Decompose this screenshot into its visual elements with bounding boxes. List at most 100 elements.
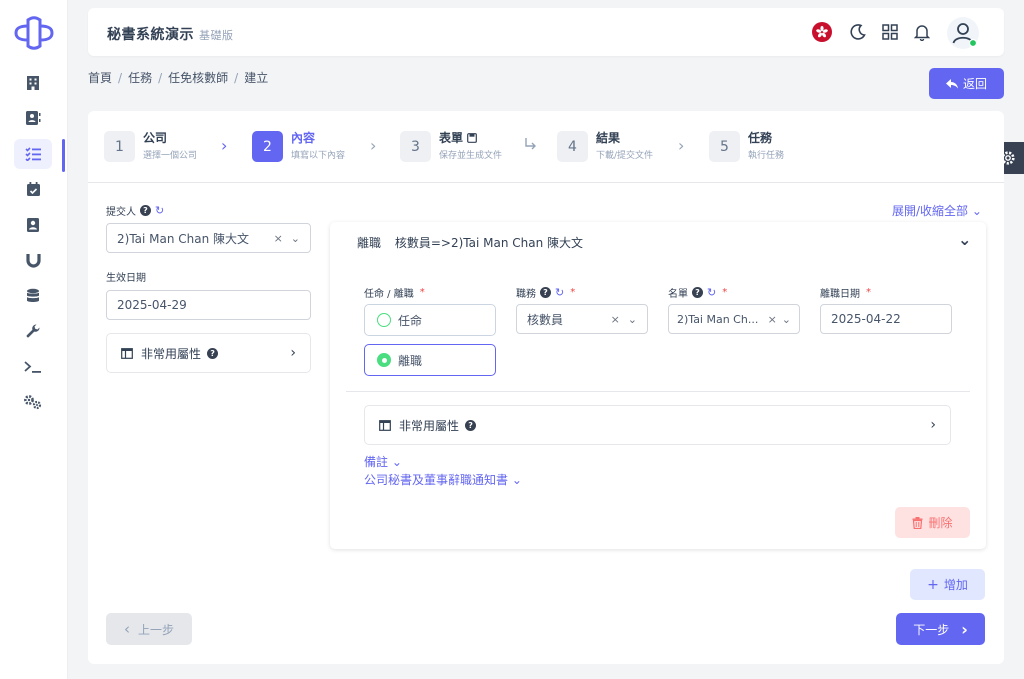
sidebar-item-magnet[interactable] (14, 245, 52, 275)
app-edition: 基礎版 (199, 29, 234, 42)
step-4[interactable]: 4 結果 下載/提交文件 (557, 131, 653, 162)
chevron-right-icon: › (290, 345, 296, 361)
resign-date-value: 2025-04-22 (831, 312, 901, 326)
required-mark: * (866, 287, 871, 298)
turn-arrow-icon (523, 137, 537, 154)
entry-uncommon-props-panel[interactable]: 非常用屬性 ? › (364, 405, 951, 445)
entry-uncommon-props-label: 非常用屬性 (399, 418, 460, 433)
breadcrumb-home[interactable]: 首頁 (88, 71, 112, 85)
radio-resign[interactable]: 離職 (364, 344, 496, 376)
add-button-label: 增加 (943, 578, 968, 592)
help-icon[interactable]: ? (140, 205, 151, 216)
hk-flag-icon[interactable] (810, 20, 834, 44)
sidebar-item-directory[interactable] (14, 210, 52, 240)
wrench-icon (26, 324, 40, 338)
save-icon (467, 133, 477, 143)
add-button[interactable]: + 增加 (910, 569, 985, 600)
position-label: 職務 ? ↻ * (516, 285, 575, 300)
resignation-notice-label: 公司秘書及董事辭職通知書 (364, 473, 509, 487)
sidebar-item-settings[interactable] (14, 387, 52, 417)
required-mark: * (570, 287, 576, 298)
delete-button-label: 刪除 (928, 516, 953, 530)
magnet-icon (25, 253, 41, 268)
chevron-down-icon[interactable]: ⌄ (782, 313, 791, 326)
bell-icon[interactable] (910, 20, 934, 44)
sidebar-item-terminal[interactable] (14, 352, 52, 382)
chevron-down-icon[interactable]: ⌄ (628, 313, 637, 326)
user-avatar-icon[interactable] (946, 16, 980, 50)
help-icon[interactable]: ? (692, 287, 703, 298)
sidebar-item-tasks[interactable] (14, 139, 52, 169)
entry-header[interactable]: 離職 核數員=>2)Tai Man Chan 陳大文 (357, 234, 583, 251)
chevron-down-icon: ⌄ (511, 473, 522, 487)
step-title: 內容 (291, 131, 316, 145)
effective-date-label: 生效日期 (106, 273, 146, 284)
help-icon[interactable]: ? (540, 287, 551, 298)
expand-all-toggle[interactable]: 展開/收縮全部 ⌄ (892, 202, 982, 219)
refresh-icon[interactable]: ↻ (555, 286, 564, 299)
chevron-down-icon[interactable]: ⌄ (291, 232, 300, 245)
step-5[interactable]: 5 任務 執行任務 (709, 131, 784, 162)
entry-divider (346, 391, 970, 392)
help-icon[interactable]: ? (207, 347, 219, 359)
moon-icon[interactable] (846, 20, 870, 44)
sidebar-item-contacts[interactable] (14, 103, 52, 133)
remarks-toggle[interactable]: 備註 ⌄ (364, 453, 402, 470)
trash-icon (912, 516, 923, 529)
sidebar-item-tools[interactable] (14, 316, 52, 346)
step-3[interactable]: 3 表單 保存並生成文件 (400, 131, 502, 162)
app-title-text: 秘書系統演示 (107, 27, 194, 43)
uncommon-props-panel[interactable]: 非常用屬性 ? › (106, 333, 311, 373)
tasks-icon (25, 147, 41, 161)
clear-icon[interactable]: × (274, 232, 283, 245)
submitter-label-text: 提交人 (106, 207, 136, 218)
radio-dot-icon (377, 353, 391, 367)
collapse-chevron-icon[interactable]: ⌄ (958, 230, 971, 249)
effective-date-field[interactable]: 2025-04-29 (106, 290, 311, 320)
refresh-icon[interactable]: ↻ (155, 204, 164, 217)
next-button-label: 下一步 (913, 622, 950, 637)
grid-icon[interactable] (878, 20, 902, 44)
position-label-text: 職務 (516, 289, 536, 300)
expand-all-label: 展開/收縮全部 (892, 204, 969, 218)
step-number: 2 (252, 131, 283, 162)
step-title: 公司 (143, 131, 168, 145)
sidebar-item-calendar[interactable] (14, 174, 52, 204)
resign-date-field[interactable]: 2025-04-22 (820, 304, 952, 334)
step-subtitle: 保存並生成文件 (439, 151, 503, 161)
next-button[interactable]: 下一步 › (896, 613, 985, 645)
prev-button[interactable]: ‹ 上一步 (106, 613, 192, 645)
name-list-label-text: 名單 (668, 289, 688, 300)
step-subtitle: 執行任務 (748, 151, 785, 161)
help-icon[interactable]: ? (465, 419, 477, 431)
app-logo[interactable] (12, 16, 56, 50)
name-list-select[interactable]: 2)Tai Man Ch... × ⌄ (668, 304, 800, 334)
breadcrumb-create: 建立 (244, 71, 269, 85)
effective-date-value: 2025-04-29 (117, 298, 187, 312)
radio-appoint-label: 任命 (398, 313, 423, 328)
submitter-value: 2)Tai Man Chan 陳大文 (117, 231, 250, 246)
chevron-down-icon: ⌄ (971, 204, 982, 218)
step-2[interactable]: 2 內容 填寫以下內容 (252, 131, 345, 162)
required-mark: * (419, 287, 425, 298)
step-1[interactable]: 1 公司 選擇一個公司 (104, 131, 197, 162)
submitter-select[interactable]: 2)Tai Man Chan 陳大文 × ⌄ (106, 223, 311, 253)
clear-icon[interactable]: × (611, 313, 620, 326)
clear-icon[interactable]: × (768, 313, 777, 326)
breadcrumb: 首頁 / 任務 / 任免核數師 / 建立 (88, 71, 269, 85)
breadcrumb-tasks[interactable]: 任務 (128, 71, 152, 85)
step-number: 5 (709, 131, 740, 162)
name-list-label: 名單 ? ↻ * (668, 285, 727, 300)
resignation-notice-toggle[interactable]: 公司秘書及董事辭職通知書 ⌄ (364, 471, 522, 488)
step-title: 結果 (596, 131, 621, 145)
prev-button-label: 上一步 (137, 622, 174, 637)
delete-button[interactable]: 刪除 (895, 507, 970, 538)
chevron-right-icon: › (930, 417, 936, 433)
radio-appoint[interactable]: 任命 (364, 304, 496, 336)
back-button[interactable]: 返回 (929, 68, 1004, 99)
sidebar-item-database[interactable] (14, 281, 52, 311)
breadcrumb-auditor[interactable]: 任免核數師 (168, 71, 228, 85)
refresh-icon[interactable]: ↻ (707, 286, 716, 299)
sidebar-item-companies[interactable] (14, 68, 52, 98)
position-select[interactable]: 核數員 × ⌄ (516, 304, 648, 334)
